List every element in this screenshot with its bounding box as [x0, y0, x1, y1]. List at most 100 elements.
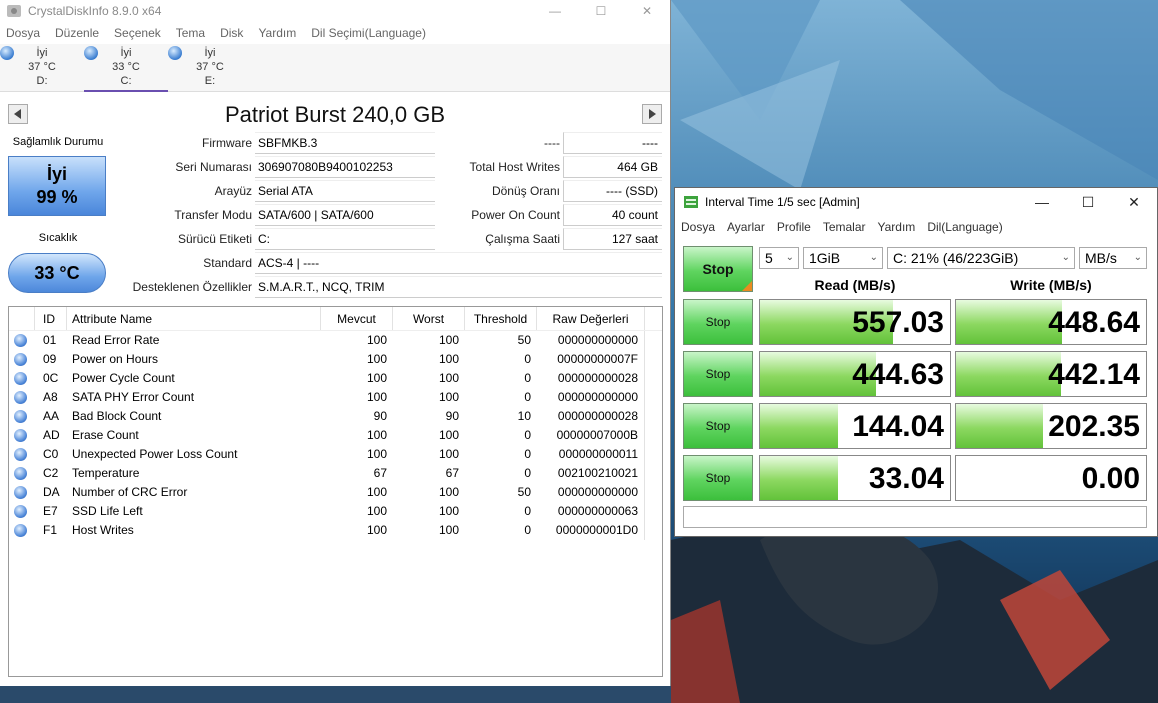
drive-letter: D:: [36, 75, 48, 87]
attribute-current: 100: [366, 390, 387, 404]
power-on-hours-label: Çalışma Saati: [485, 232, 560, 246]
standard-label: Standard: [203, 256, 252, 270]
read-result-meter: 33.04: [759, 455, 951, 501]
attribute-name: Host Writes: [72, 523, 134, 537]
table-row[interactable]: AA Bad Block Count 90 90 10 000000000028: [9, 407, 662, 426]
header-threshold[interactable]: Threshold: [465, 307, 537, 330]
drive-letter-label: Sürücü Etiketi: [177, 232, 252, 246]
header-current[interactable]: Mevcut: [321, 307, 393, 330]
write-result-meter: 448.64: [955, 299, 1147, 345]
maximize-icon[interactable]: ☐: [1065, 188, 1111, 216]
read-result-meter: 557.03: [759, 299, 951, 345]
stop-label: Stop: [705, 367, 731, 381]
close-icon[interactable]: ✕: [624, 0, 670, 22]
next-disk-button[interactable]: [642, 104, 662, 124]
attribute-threshold: 50: [517, 485, 531, 499]
table-row[interactable]: C0 Unexpected Power Loss Count 100 100 0 0000…: [9, 445, 662, 464]
attribute-current: 100: [366, 504, 387, 518]
header-worst[interactable]: Worst: [393, 307, 465, 330]
minimize-icon[interactable]: —: [532, 0, 578, 22]
table-row[interactable]: E7 SSD Life Left 100 100 0 000000000063: [9, 502, 662, 521]
stop-button[interactable]: Stop: [683, 455, 753, 501]
menu-ayarlar[interactable]: Ayarlar: [727, 220, 765, 234]
attribute-status-cell: [9, 369, 35, 388]
cdm-window-controls: — ☐ ✕: [1019, 188, 1157, 216]
power-on-count-value: 40 count: [563, 204, 662, 226]
attribute-id: 09: [43, 352, 57, 366]
transfer-mode-value: SATA/600 | SATA/600: [255, 204, 435, 226]
table-row[interactable]: DA Number of CRC Error 100 100 50 00000000000…: [9, 483, 662, 502]
previous-disk-button[interactable]: [8, 104, 28, 124]
read-result-value: 144.04: [852, 410, 944, 443]
attribute-status-cell: [9, 426, 35, 445]
attribute-status-icon: [14, 505, 27, 518]
write-meter-fill: [956, 300, 1063, 344]
stop-all-button[interactable]: Stop: [683, 246, 753, 292]
menu-dil-secimi[interactable]: Dil Seçimi(Language): [311, 26, 426, 40]
stop-all-label: Stop: [702, 261, 734, 277]
close-icon[interactable]: ✕: [1111, 188, 1157, 216]
menu-dosya[interactable]: Dosya: [6, 26, 40, 40]
write-column-header: Write (MB/s): [1010, 277, 1092, 293]
attribute-status-cell: [9, 445, 35, 464]
header-icon-column: [9, 307, 35, 330]
attribute-name: Temperature: [72, 466, 140, 480]
table-row[interactable]: 0C Power Cycle Count 100 100 0 000000000028: [9, 369, 662, 388]
table-row[interactable]: F1 Host Writes 100 100 0 0000000001D0: [9, 521, 662, 540]
table-row[interactable]: 09 Power on Hours 100 100 0 00000000007F: [9, 350, 662, 369]
menu-yardim[interactable]: Yardım: [258, 26, 296, 40]
attribute-status-cell: [9, 483, 35, 502]
drive-tab-e[interactable]: İyi 37 °C E:: [168, 44, 252, 92]
menu-dosya[interactable]: Dosya: [681, 220, 715, 234]
drive-letter-value: C:: [255, 228, 435, 250]
stop-button[interactable]: Stop: [683, 351, 753, 397]
test-size-select[interactable]: 1GiB ⌄: [803, 247, 883, 269]
health-status-box[interactable]: İyi 99 %: [8, 156, 106, 216]
attribute-threshold: 10: [517, 409, 531, 423]
attribute-status-icon: [14, 448, 27, 461]
header-raw-values[interactable]: Raw Değerleri: [537, 307, 645, 330]
attribute-raw: 000000000011: [537, 445, 645, 464]
drive-select[interactable]: C: 21% (46/223GiB) ⌄: [887, 247, 1075, 269]
menu-secenek[interactable]: Seçenek: [114, 26, 161, 40]
stop-button[interactable]: Stop: [683, 299, 753, 345]
unit-select[interactable]: MB/s ⌄: [1079, 247, 1147, 269]
menu-disk[interactable]: Disk: [220, 26, 243, 40]
attribute-status-icon: [14, 334, 27, 347]
test-count-select[interactable]: 5 ⌄: [759, 247, 799, 269]
health-status-icon: [168, 46, 182, 60]
attribute-name: Erase Count: [72, 428, 139, 442]
table-row[interactable]: C2 Temperature 67 67 0 002100210021: [9, 464, 662, 483]
attribute-name: Number of CRC Error: [72, 485, 188, 499]
temperature-box[interactable]: 33 °C: [8, 253, 106, 293]
drive-letter: E:: [204, 75, 216, 87]
attribute-raw: 000000000000: [537, 483, 645, 502]
attribute-current: 100: [366, 447, 387, 461]
menu-duzenle[interactable]: Düzenle: [55, 26, 99, 40]
menu-tema[interactable]: Tema: [176, 26, 205, 40]
smart-attribute-table[interactable]: ID Attribute Name Mevcut Worst Threshold…: [8, 306, 663, 677]
minimize-icon[interactable]: —: [1019, 188, 1065, 216]
health-status: İyi: [46, 164, 67, 184]
header-attribute-name[interactable]: Attribute Name: [67, 307, 321, 330]
drive-tab-d[interactable]: İyi 37 °C D:: [0, 44, 84, 92]
maximize-icon[interactable]: ☐: [578, 0, 624, 22]
chevron-down-icon: ⌄: [785, 252, 794, 263]
menu-yardim[interactable]: Yardım: [878, 220, 916, 234]
table-row[interactable]: 01 Read Error Rate 100 100 50 000000000000: [9, 331, 662, 350]
menu-dil-language[interactable]: Dil(Language): [927, 220, 1002, 234]
attribute-id: C0: [43, 447, 59, 461]
unknown-value: ----: [563, 132, 662, 154]
menu-temalar[interactable]: Temalar: [823, 220, 866, 234]
table-row[interactable]: A8 SATA PHY Error Count 100 100 0 00000000000…: [9, 388, 662, 407]
write-result-value: 448.64: [1048, 306, 1140, 339]
table-row[interactable]: AD Erase Count 100 100 0 00000007000B: [9, 426, 662, 445]
crystaldiskinfo-window: CrystalDiskInfo 8.9.0 x64 — ☐ ✕ Dosya Dü…: [0, 0, 671, 686]
attribute-name: SSD Life Left: [72, 504, 143, 518]
stop-button[interactable]: Stop: [683, 403, 753, 449]
triangle-right-icon: [649, 109, 656, 119]
menu-profile[interactable]: Profile: [777, 220, 811, 234]
drive-select-value: C: 21% (46/223GiB): [893, 250, 1019, 266]
header-id[interactable]: ID: [35, 307, 67, 330]
drive-tab-c[interactable]: İyi 33 °C C:: [84, 44, 168, 92]
